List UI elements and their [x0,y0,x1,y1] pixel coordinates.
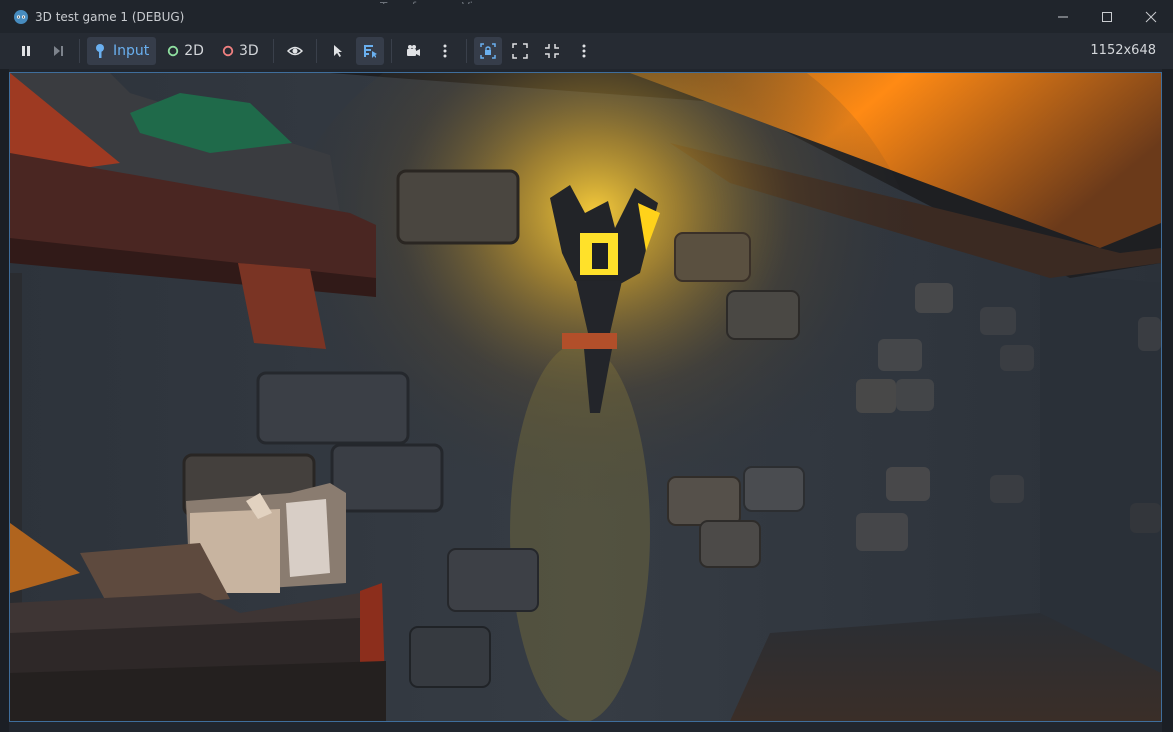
title-bar[interactable]: 3D test game 1 (DEBUG) Transform View [0,0,1173,33]
list-select-button[interactable] [355,37,384,65]
background-menu: Transform View [380,0,490,4]
list-select-icon [363,45,377,58]
input-label: Input [113,43,150,59]
more-vertical-icon [443,44,447,58]
embed-options-button[interactable] [570,37,598,65]
keep-aspect-button[interactable] [473,37,502,65]
background-menu-item: View [462,0,490,4]
keep-aspect-icon [479,43,496,59]
cursor-icon [333,45,342,57]
next-frame-button[interactable] [44,37,72,65]
minimize-button[interactable] [1041,0,1085,33]
game-viewport[interactable] [9,72,1162,722]
window-controls [1041,0,1173,33]
visibility-button[interactable] [281,37,309,65]
close-icon [1145,11,1157,22]
toolbar-separator [79,39,80,63]
toolbar-separator [272,39,274,63]
toolbar-separator [390,39,392,63]
fit-icon [544,44,559,58]
more-vertical-icon [582,44,586,58]
resolution-label: 1152x648 [1090,43,1156,58]
next-frame-icon [54,46,63,56]
window-title: 3D test game 1 (DEBUG) [35,9,185,24]
torch-light-streak [510,343,650,721]
mode-2d-label: 2D [184,43,204,59]
mode-3d-label: 3D [238,43,259,59]
eye-icon [286,46,303,56]
camera-icon [406,45,420,56]
expand-icon [511,43,528,59]
toolbar-separator [315,39,317,63]
joystick-icon [96,44,104,58]
stretch-button[interactable] [506,37,534,65]
mode-2d-button[interactable]: 2D [160,37,211,65]
maximize-button[interactable] [1085,0,1129,33]
input-toggle-button[interactable]: Input [87,37,157,65]
minimize-icon [1058,16,1068,17]
godot-icon [13,9,29,25]
scene-render [10,73,1161,721]
select-mode-button[interactable] [324,37,352,65]
fit-button[interactable] [538,37,566,65]
game-toolbar: Input 2D 3D [0,33,1173,69]
maximize-icon [1102,11,1112,22]
game-window: 3D test game 1 (DEBUG) Transform View [0,0,1173,732]
toolbar-separator [465,39,467,63]
camera-options-button[interactable] [431,37,459,65]
right-gutter [1162,69,1173,732]
left-gutter [0,69,9,732]
camera-button[interactable] [399,37,427,65]
close-button[interactable] [1129,0,1173,33]
pause-button[interactable] [12,37,40,65]
circle-2d-icon [168,45,179,57]
background-menu-item: Transform [380,0,440,4]
pause-icon [22,46,30,56]
mode-3d-button[interactable]: 3D [215,37,266,65]
circle-3d-icon [222,45,234,57]
